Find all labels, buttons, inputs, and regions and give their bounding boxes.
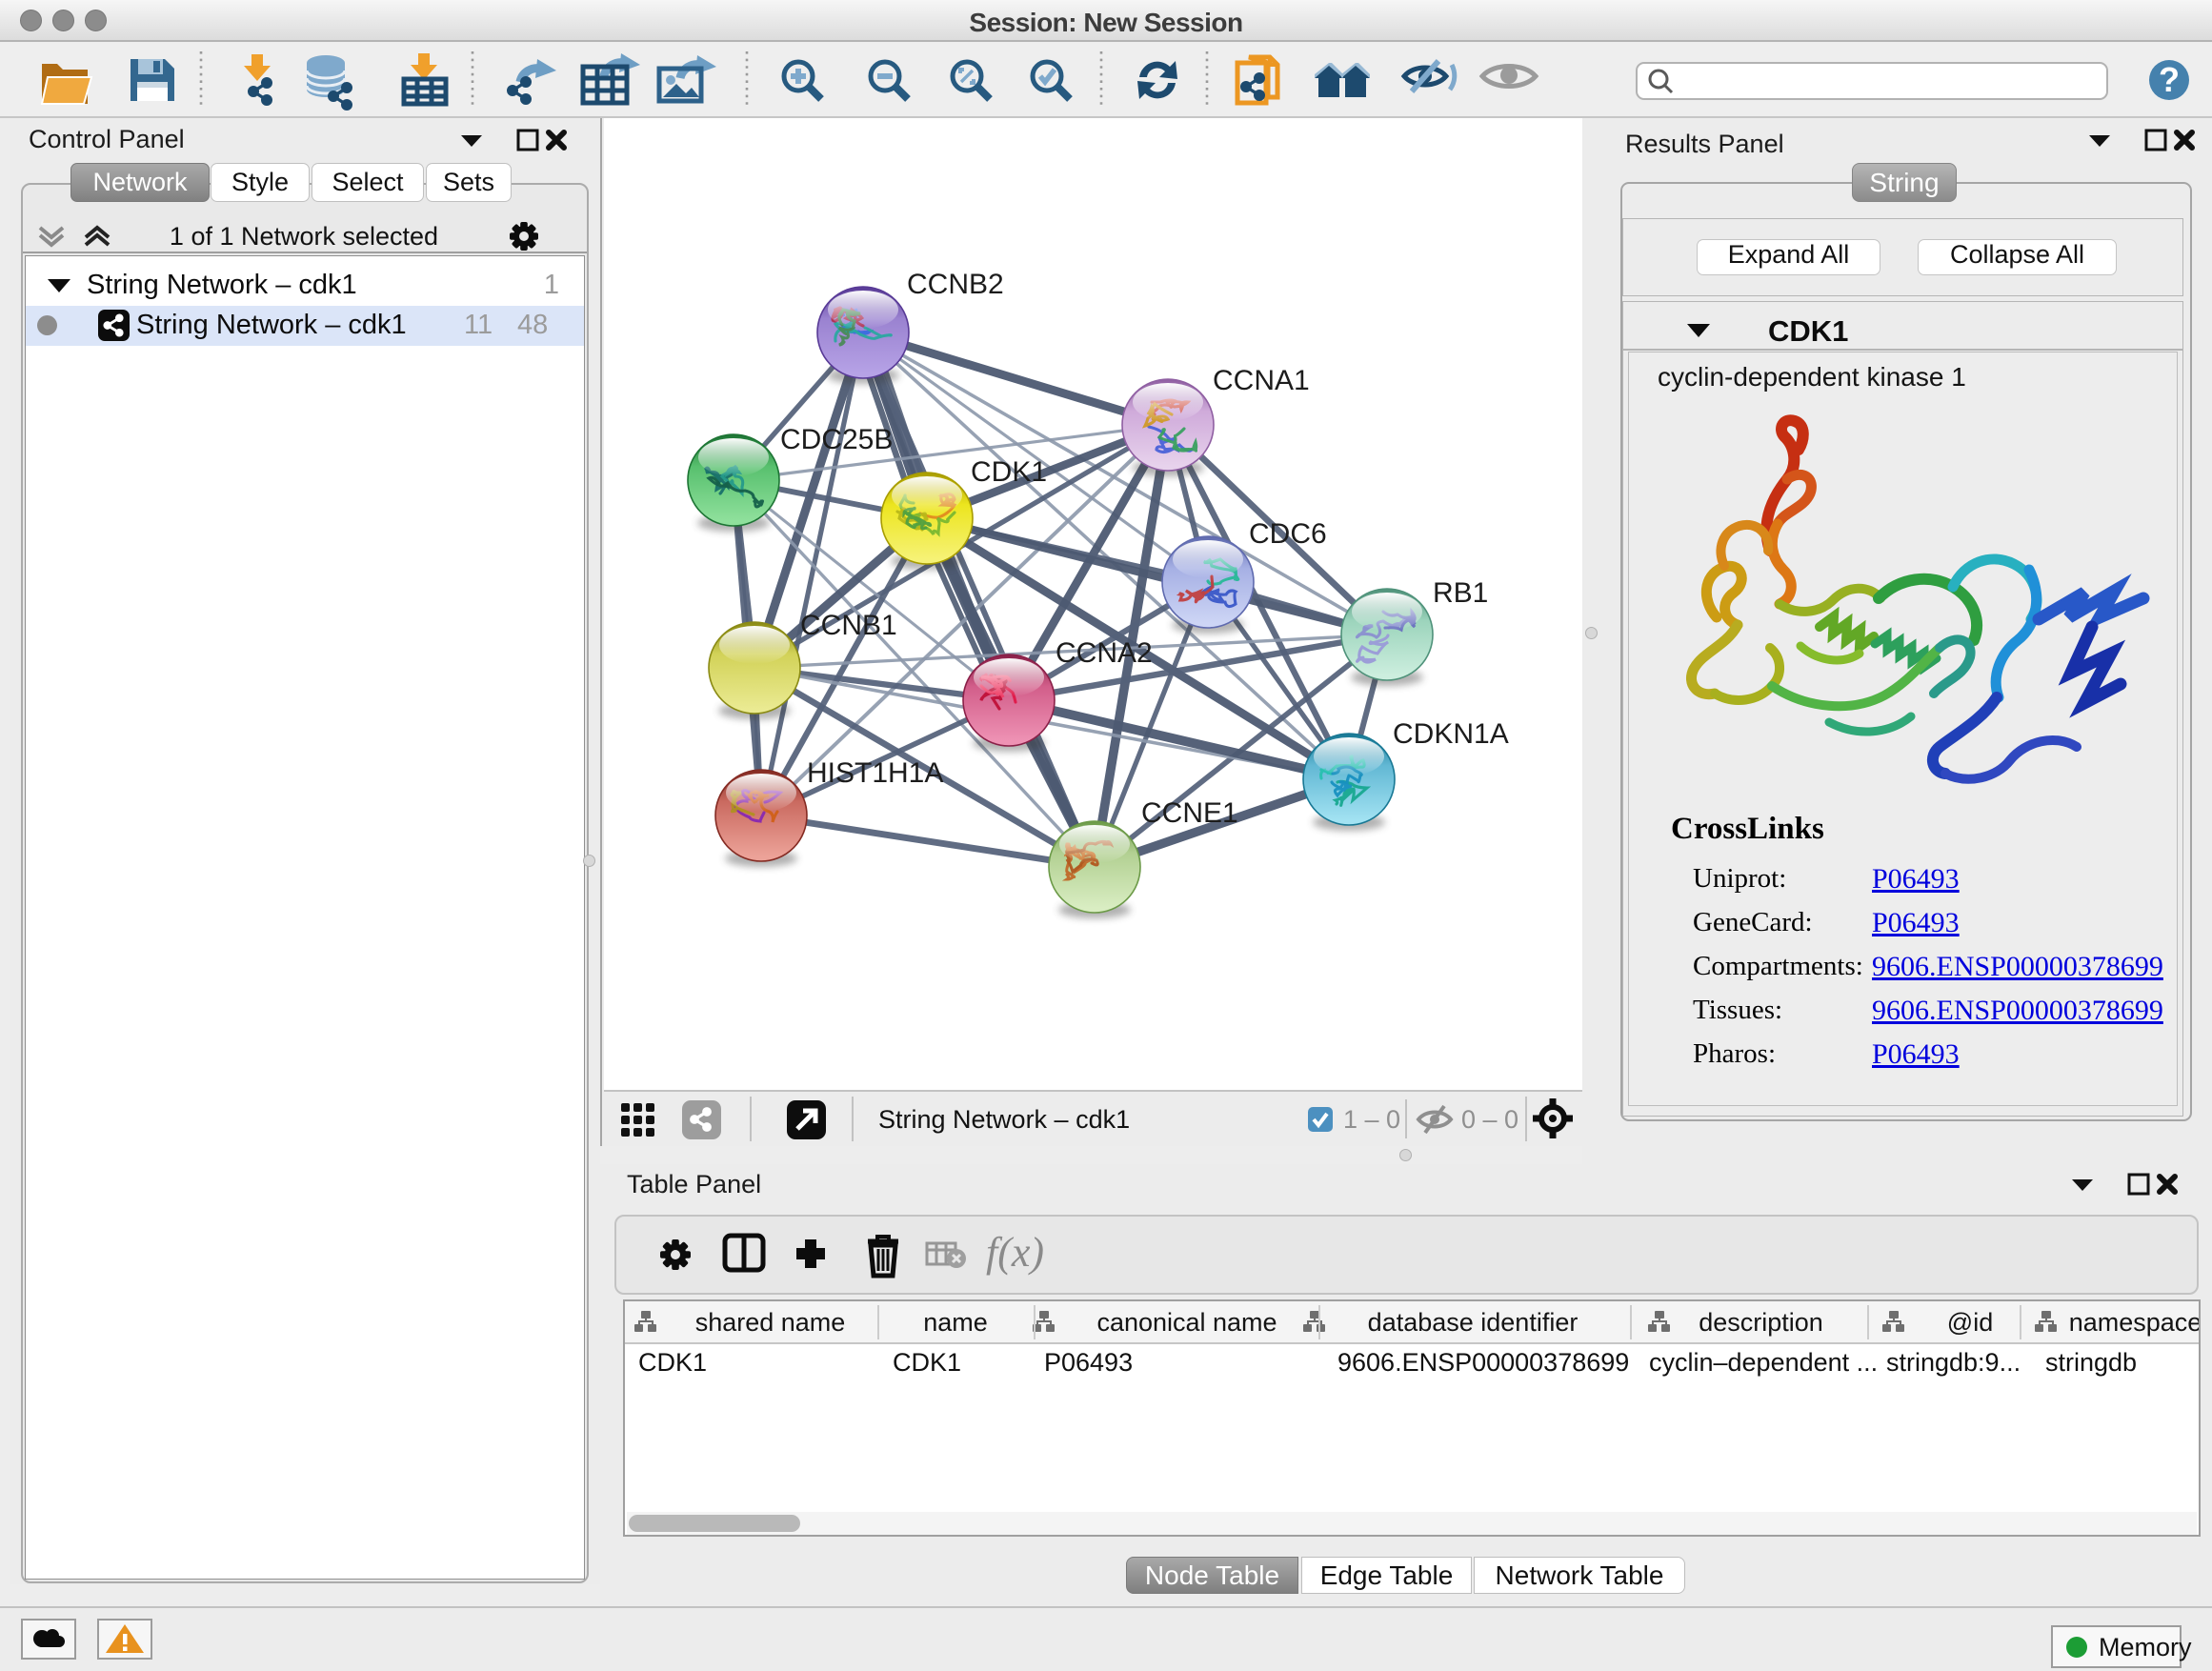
svg-text:f(x): f(x): [986, 1229, 1044, 1276]
svg-text:CDKN1A: CDKN1A: [1393, 718, 1509, 750]
svg-text:1 – 0: 1 – 0: [1343, 1105, 1400, 1134]
svg-text:String Network – cdk1: String Network – cdk1: [878, 1105, 1130, 1134]
svg-text:CDK1: CDK1: [971, 456, 1047, 488]
svg-text:?: ?: [2159, 60, 2180, 99]
svg-text:CCNE1: CCNE1: [1141, 797, 1238, 829]
svg-text:CCNB2: CCNB2: [907, 269, 1004, 300]
svg-text:0 – 0: 0 – 0: [1461, 1105, 1518, 1134]
svg-text:RB1: RB1: [1433, 577, 1488, 609]
svg-text:CCNA2: CCNA2: [1056, 637, 1153, 669]
svg-text:CCNA1: CCNA1: [1213, 365, 1310, 396]
svg-text:CCNB1: CCNB1: [800, 610, 897, 641]
svg-text:HIST1H1A: HIST1H1A: [807, 757, 943, 789]
svg-text:CDC25B: CDC25B: [780, 424, 893, 455]
svg-text:CDC6: CDC6: [1249, 518, 1327, 550]
